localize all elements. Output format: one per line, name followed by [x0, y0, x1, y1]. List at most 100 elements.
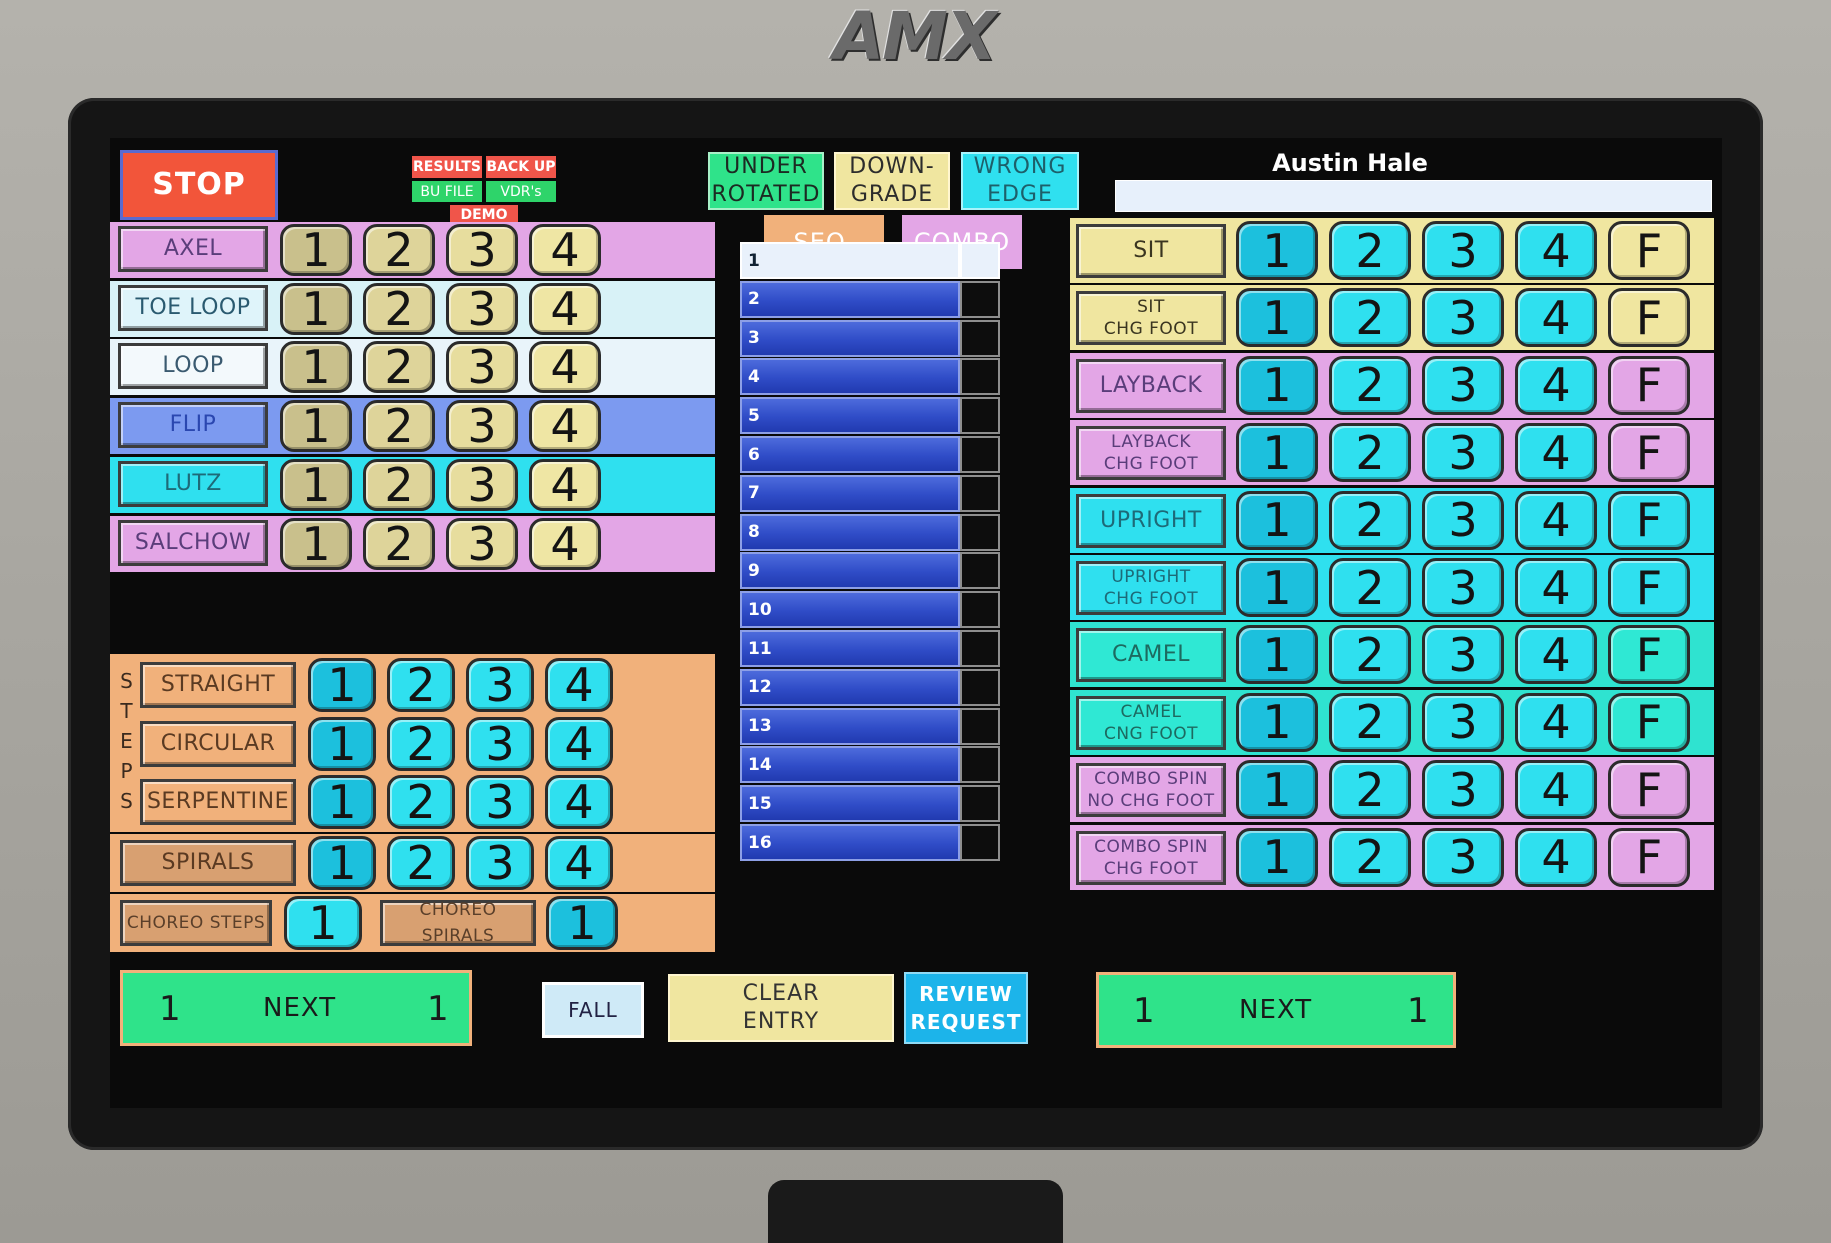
- steps-straight-level-1-button[interactable]: 1: [308, 658, 376, 712]
- spin-combo-spin-no-chg-foot-level-3-button[interactable]: 3: [1422, 760, 1504, 820]
- spin-sit-level-1-button[interactable]: 1: [1236, 221, 1318, 280]
- jump-salchow-level-3-button[interactable]: 3: [446, 517, 518, 571]
- spin-upright-chg-foot-level-2-button[interactable]: 2: [1329, 558, 1411, 617]
- spin-layback-level-f-button[interactable]: F: [1608, 355, 1690, 415]
- spin-layback-chg-foot-button[interactable]: LAYBACK CHG FOOT: [1076, 426, 1226, 481]
- spin-camel-cng-foot-level-2-button[interactable]: 2: [1329, 692, 1411, 752]
- steps-circular-level-2-button[interactable]: 2: [387, 716, 455, 771]
- fall-button[interactable]: FALL: [542, 982, 644, 1038]
- jump-salchow-level-2-button[interactable]: 2: [363, 517, 435, 571]
- spin-layback-level-2-button[interactable]: 2: [1329, 355, 1411, 415]
- spin-combo-spin-no-chg-foot-level-1-button[interactable]: 1: [1236, 760, 1318, 820]
- sequence-row[interactable]: 16: [740, 824, 1000, 861]
- sequence-row-checkbox[interactable]: [960, 436, 1000, 473]
- spin-camel-level-1-button[interactable]: 1: [1236, 625, 1318, 685]
- left-next-button[interactable]: 1 NEXT 1: [120, 970, 472, 1046]
- steps-serpentine-level-3-button[interactable]: 3: [466, 775, 534, 829]
- results-button[interactable]: RESULTS: [412, 156, 482, 178]
- sequence-row[interactable]: 6: [740, 436, 1000, 473]
- spin-upright-level-1-button[interactable]: 1: [1236, 490, 1318, 550]
- jump-loop-level-1-button[interactable]: 1: [280, 340, 352, 394]
- jump-loop-level-4-button[interactable]: 4: [529, 340, 601, 394]
- steps-serpentine-level-4-button[interactable]: 4: [545, 775, 613, 829]
- spin-combo-spin-chg-foot-level-4-button[interactable]: 4: [1515, 827, 1597, 887]
- sequence-row-checkbox[interactable]: [960, 591, 1000, 629]
- spin-upright-level-3-button[interactable]: 3: [1422, 490, 1504, 550]
- choreo-spirals-level-button[interactable]: 1: [546, 896, 618, 950]
- sequence-row[interactable]: 12: [740, 668, 1000, 706]
- spin-upright-chg-foot-button[interactable]: UPRIGHT CHG FOOT: [1076, 561, 1226, 615]
- jump-salchow-level-4-button[interactable]: 4: [529, 517, 601, 571]
- jump-loop-button[interactable]: LOOP: [118, 343, 268, 390]
- spin-sit-button[interactable]: SIT: [1076, 224, 1226, 278]
- sequence-row[interactable]: 3: [740, 319, 1000, 357]
- sequence-row[interactable]: 1: [740, 242, 1000, 279]
- sequence-row-checkbox[interactable]: [960, 630, 1000, 667]
- spin-sit-chg-foot-level-2-button[interactable]: 2: [1329, 288, 1411, 348]
- steps-straight-button[interactable]: STRAIGHT: [140, 662, 296, 708]
- spin-combo-spin-no-chg-foot-level-f-button[interactable]: F: [1608, 760, 1690, 820]
- spin-camel-cng-foot-level-1-button[interactable]: 1: [1236, 692, 1318, 752]
- spirals-button[interactable]: SPIRALS: [120, 840, 296, 886]
- sequence-row[interactable]: 11: [740, 630, 1000, 667]
- spin-sit-chg-foot-level-f-button[interactable]: F: [1608, 288, 1690, 348]
- spin-combo-spin-chg-foot-button[interactable]: COMBO SPIN CHG FOOT: [1076, 830, 1226, 885]
- steps-straight-level-2-button[interactable]: 2: [387, 658, 455, 712]
- vdrs-button[interactable]: VDR's: [486, 181, 556, 202]
- sequence-row-checkbox[interactable]: [960, 746, 1000, 784]
- sequence-row[interactable]: 9: [740, 552, 1000, 590]
- spin-combo-spin-no-chg-foot-level-2-button[interactable]: 2: [1329, 760, 1411, 820]
- spin-camel-level-3-button[interactable]: 3: [1422, 625, 1504, 685]
- sequence-row-checkbox[interactable]: [960, 397, 1000, 435]
- jump-lutz-level-4-button[interactable]: 4: [529, 458, 601, 512]
- sequence-row[interactable]: 7: [740, 474, 1000, 512]
- steps-circular-button[interactable]: CIRCULAR: [140, 720, 296, 767]
- jump-flip-level-3-button[interactable]: 3: [446, 399, 518, 453]
- spin-sit-level-2-button[interactable]: 2: [1329, 221, 1411, 280]
- wrong-edge-button[interactable]: WRONG EDGE: [961, 152, 1079, 210]
- spin-combo-spin-chg-foot-level-f-button[interactable]: F: [1608, 827, 1690, 887]
- jump-lutz-level-3-button[interactable]: 3: [446, 458, 518, 512]
- clear-entry-button[interactable]: CLEAR ENTRY: [668, 974, 894, 1042]
- steps-circular-level-1-button[interactable]: 1: [308, 716, 376, 771]
- steps-straight-level-4-button[interactable]: 4: [545, 658, 613, 712]
- steps-circular-level-3-button[interactable]: 3: [466, 716, 534, 771]
- steps-circular-level-4-button[interactable]: 4: [545, 716, 613, 771]
- review-request-button[interactable]: REVIEW REQUEST: [904, 972, 1028, 1044]
- jump-axel-level-2-button[interactable]: 2: [363, 223, 435, 277]
- spin-layback-level-3-button[interactable]: 3: [1422, 355, 1504, 415]
- spin-sit-level-3-button[interactable]: 3: [1422, 221, 1504, 280]
- jump-axel-level-1-button[interactable]: 1: [280, 223, 352, 277]
- sequence-row[interactable]: 5: [740, 397, 1000, 435]
- spirals-level-4-button[interactable]: 4: [545, 836, 613, 890]
- spin-camel-cng-foot-button[interactable]: CAMEL CNG FOOT: [1076, 695, 1226, 750]
- spin-upright-chg-foot-level-1-button[interactable]: 1: [1236, 558, 1318, 617]
- spin-layback-chg-foot-level-3-button[interactable]: 3: [1422, 423, 1504, 483]
- sequence-row[interactable]: 15: [740, 785, 1000, 823]
- spin-combo-spin-no-chg-foot-level-4-button[interactable]: 4: [1515, 760, 1597, 820]
- spin-upright-button[interactable]: UPRIGHT: [1076, 493, 1226, 548]
- spin-combo-spin-chg-foot-level-3-button[interactable]: 3: [1422, 827, 1504, 887]
- spin-sit-chg-foot-level-3-button[interactable]: 3: [1422, 288, 1504, 348]
- sequence-row[interactable]: 10: [740, 591, 1000, 629]
- jump-toe-loop-level-1-button[interactable]: 1: [280, 282, 352, 336]
- choreo-spirals-button[interactable]: CHOREO SPIRALS: [380, 900, 536, 946]
- jump-axel-button[interactable]: AXEL: [118, 226, 268, 272]
- sequence-row-checkbox[interactable]: [960, 668, 1000, 706]
- spin-combo-spin-no-chg-foot-button[interactable]: COMBO SPIN NO CHG FOOT: [1076, 763, 1226, 818]
- spin-camel-cng-foot-level-4-button[interactable]: 4: [1515, 692, 1597, 752]
- stop-button[interactable]: STOP: [120, 150, 278, 220]
- spin-camel-level-2-button[interactable]: 2: [1329, 625, 1411, 685]
- spin-camel-level-4-button[interactable]: 4: [1515, 625, 1597, 685]
- steps-serpentine-level-1-button[interactable]: 1: [308, 775, 376, 829]
- steps-serpentine-level-2-button[interactable]: 2: [387, 775, 455, 829]
- spin-layback-button[interactable]: LAYBACK: [1076, 358, 1226, 413]
- jump-flip-level-1-button[interactable]: 1: [280, 399, 352, 453]
- spirals-level-3-button[interactable]: 3: [466, 836, 534, 890]
- steps-straight-level-3-button[interactable]: 3: [466, 658, 534, 712]
- sequence-row-checkbox[interactable]: [960, 474, 1000, 512]
- spirals-level-2-button[interactable]: 2: [387, 836, 455, 890]
- spin-sit-chg-foot-level-4-button[interactable]: 4: [1515, 288, 1597, 348]
- spin-upright-chg-foot-level-3-button[interactable]: 3: [1422, 558, 1504, 617]
- spin-layback-chg-foot-level-2-button[interactable]: 2: [1329, 423, 1411, 483]
